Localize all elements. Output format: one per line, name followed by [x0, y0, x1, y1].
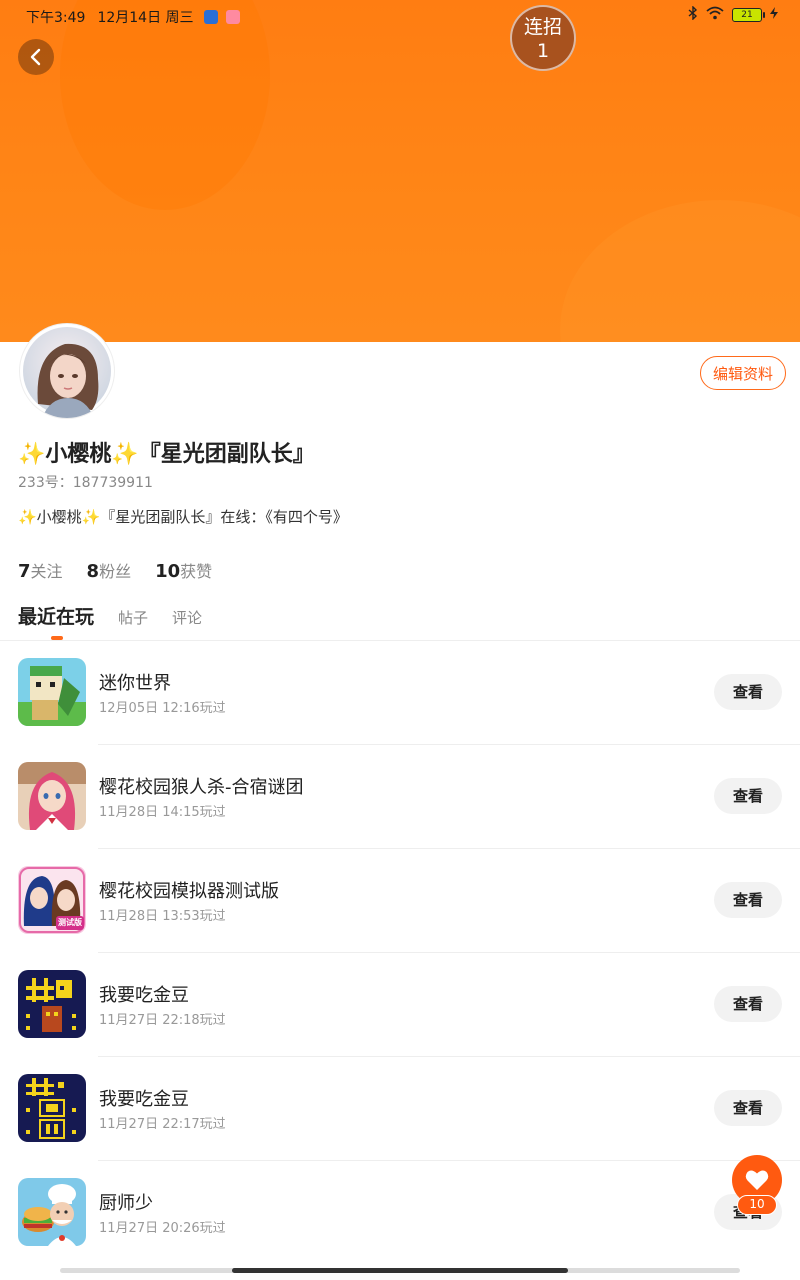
game-name: 我要吃金豆 — [99, 1089, 189, 1110]
gold-bean-wall-icon — [18, 1074, 86, 1142]
heart-icon — [745, 1170, 769, 1190]
game-played-time: 12月05日 12:16玩过 — [99, 701, 226, 716]
gold-bean-icon — [18, 970, 86, 1038]
battery-icon: 21 — [732, 8, 765, 22]
sakura-simulator-icon: 测试版 — [18, 866, 86, 934]
list-item[interactable]: 我要吃金豆 11月27日 22:18玩过 查看 — [0, 953, 800, 1057]
view-button[interactable]: 查看 — [714, 882, 782, 918]
charging-icon — [770, 7, 778, 23]
list-item[interactable]: 厨师少 11月27日 20:26玩过 查看 — [0, 1161, 800, 1265]
game-played-time: 11月27日 22:18玩过 — [99, 1013, 226, 1028]
game-played-time: 11月27日 22:17玩过 — [99, 1117, 226, 1132]
list-item[interactable]: 测试版 樱花校园模拟器测试版 11月28日 13:53玩过 查看 — [0, 849, 800, 953]
app-notification-icon — [203, 10, 218, 24]
wifi-icon — [706, 6, 724, 24]
profile-banner — [0, 0, 800, 342]
game-played-time: 11月27日 20:26玩过 — [99, 1221, 226, 1236]
avatar[interactable] — [20, 324, 114, 418]
mini-world-icon — [18, 658, 86, 726]
game-name: 我要吃金豆 — [99, 985, 189, 1006]
back-button[interactable] — [18, 39, 54, 75]
sakura-werewolf-icon — [18, 762, 86, 830]
view-button[interactable]: 查看 — [714, 778, 782, 814]
game-played-time: 11月28日 14:15玩过 — [99, 805, 226, 820]
status-bar: 下午3:49 12月14日 周三 21 — [0, 0, 800, 30]
chef-icon — [18, 1178, 86, 1246]
bluetooth-icon — [688, 5, 698, 24]
bottom-scroll-indicator — [60, 1268, 740, 1273]
app-notification-icon-2 — [225, 10, 240, 24]
game-name: 厨师少 — [99, 1193, 153, 1214]
list-item[interactable]: 迷你世界 12月05日 12:16玩过 查看 — [0, 641, 800, 745]
combo-count: 1 — [536, 40, 550, 62]
edit-profile-button[interactable]: 编辑资料 — [700, 356, 786, 390]
status-date: 12月14日 周三 — [97, 10, 194, 26]
stat-following[interactable]: 7关注 — [18, 558, 63, 582]
game-name: 樱花校园模拟器测试版 — [99, 881, 279, 902]
view-button[interactable]: 查看 — [714, 986, 782, 1022]
profile-uid: 233号：187739911 — [18, 475, 153, 491]
chevron-left-icon — [30, 48, 41, 66]
stat-likes[interactable]: 10获赞 — [155, 558, 212, 582]
stat-followers[interactable]: 8粉丝 — [87, 558, 132, 582]
game-name: 迷你世界 — [99, 673, 171, 694]
status-time: 下午3:49 — [26, 10, 86, 26]
game-list: 迷你世界 12月05日 12:16玩过 查看 樱花校园狼人杀-合宿谜团 11月2… — [0, 641, 800, 1265]
list-item[interactable]: 樱花校园狼人杀-合宿谜团 11月28日 14:15玩过 查看 — [0, 745, 800, 849]
combo-label: 连招 — [523, 16, 562, 38]
combo-badge[interactable]: 连招 1 — [510, 5, 576, 71]
profile-bio: ✨小樱桃✨『星光团副队长』在线：《有四个号》 — [18, 508, 348, 526]
scroll-thumb — [232, 1268, 568, 1273]
profile-tabs: 最近在玩 帖子 评论 — [18, 602, 202, 640]
list-item[interactable]: 我要吃金豆 11月27日 22:17玩过 查看 — [0, 1057, 800, 1161]
profile-stats: 7关注 8粉丝 10获赞 — [18, 558, 212, 582]
tab-posts[interactable]: 帖子 — [118, 607, 148, 628]
view-button[interactable]: 查看 — [714, 674, 782, 710]
profile-page: 下午3:49 12月14日 周三 21 连招 1 编辑资料 ✨小樱桃✨『星光团副… — [0, 0, 800, 1280]
like-count-badge: 10 — [737, 1195, 777, 1215]
test-version-badge: 测试版 — [58, 918, 82, 927]
tab-recently-played[interactable]: 最近在玩 — [18, 602, 94, 640]
view-button[interactable]: 查看 — [714, 1090, 782, 1126]
profile-nickname: ✨小樱桃✨『星光团副队长』 — [18, 442, 315, 467]
game-name: 樱花校园狼人杀-合宿谜团 — [99, 777, 304, 798]
game-played-time: 11月28日 13:53玩过 — [99, 909, 226, 924]
tab-comments[interactable]: 评论 — [172, 607, 202, 628]
